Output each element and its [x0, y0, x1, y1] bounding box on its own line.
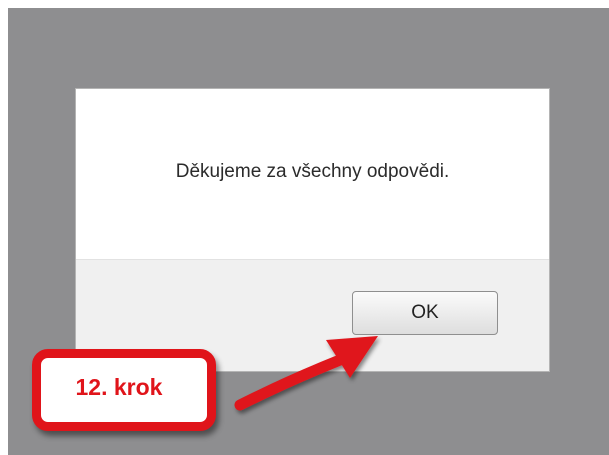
- step-label: 12. krok: [75, 374, 163, 400]
- alert-dialog: Děkujeme za všechny odpovědi. OK: [75, 88, 550, 372]
- dialog-message-area: Děkujeme za všechny odpovědi.: [76, 89, 549, 259]
- dialog-message: Děkujeme za všechny odpovědi.: [175, 161, 450, 182]
- step-callout: 12. krok: [32, 349, 216, 431]
- ok-button[interactable]: OK: [352, 291, 498, 335]
